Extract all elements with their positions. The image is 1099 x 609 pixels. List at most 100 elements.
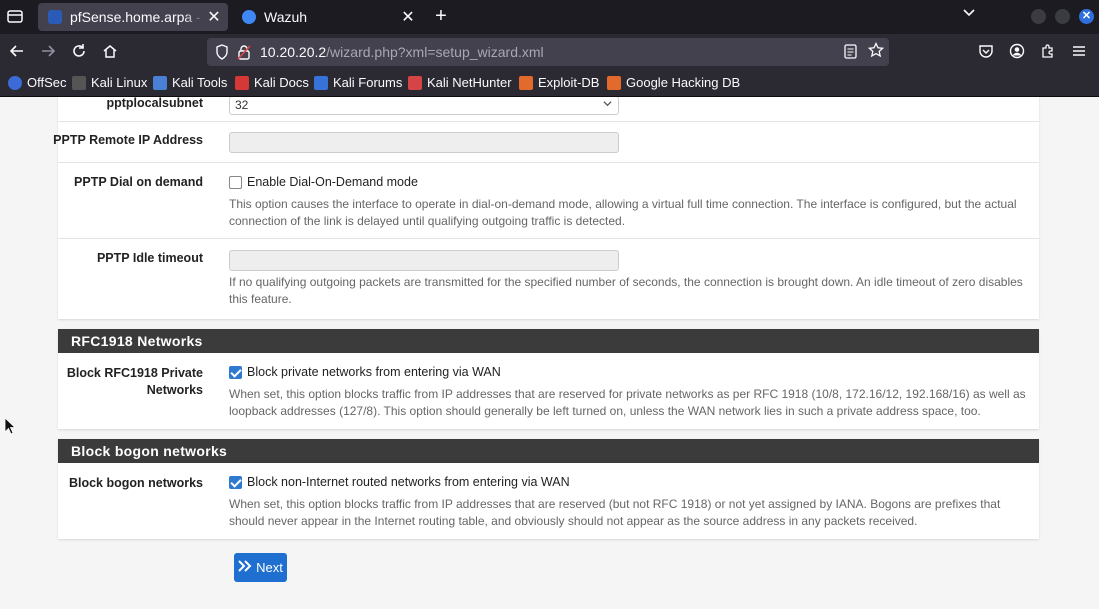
- url-path: /wizard.php?xml=setup_wizard.xml: [326, 44, 544, 60]
- double-chevron-right-icon: [238, 559, 252, 576]
- account-icon[interactable]: [1008, 43, 1026, 61]
- bookmark-label: Google Hacking DB: [626, 75, 741, 90]
- bookmark-label: Kali Tools: [172, 75, 228, 90]
- bookmark-exploit-db[interactable]: Exploit-DB: [519, 75, 599, 90]
- maximize-window-button[interactable]: [1055, 9, 1070, 24]
- next-button[interactable]: Next: [234, 553, 287, 582]
- idle-timeout-help-text: If no qualifying outgoing packets are tr…: [229, 274, 1035, 308]
- minimize-window-button[interactable]: [1031, 9, 1046, 24]
- rfc1918-panel: RFC1918 Networks Block RFC1918 Private N…: [58, 329, 1039, 429]
- insecure-lock-icon[interactable]: [237, 44, 251, 60]
- bookmark-kali-docs[interactable]: Kali Docs: [235, 75, 309, 90]
- help-line: should never appear in the Internet rout…: [229, 514, 918, 528]
- dial-on-demand-checkbox[interactable]: [229, 175, 242, 189]
- block-bogon-checkbox-line: Block non-Internet routed networks from …: [229, 475, 570, 489]
- bookmark-google-hacking-db[interactable]: Google Hacking DB: [607, 75, 740, 90]
- bookmark-label: OffSec: [27, 75, 67, 90]
- extensions-puzzle-icon[interactable]: [1039, 43, 1057, 61]
- offsec-icon: [8, 75, 22, 90]
- kali-docs-icon: [235, 75, 249, 90]
- next-button-label: Next: [256, 560, 283, 575]
- pocket-icon[interactable]: [977, 43, 995, 61]
- pptp-settings-panel: pptplocalsubnet 32 PPTP Remote IP Addres…: [53, 97, 1039, 319]
- label-line: Block RFC1918 Private: [66, 366, 203, 380]
- pptp-remote-ip-input[interactable]: [229, 132, 619, 153]
- bookmark-kali-forums[interactable]: Kali Forums: [314, 75, 402, 90]
- help-line: When set, this option blocks traffic fro…: [229, 387, 1026, 401]
- close-tab-icon[interactable]: ✕: [204, 7, 224, 27]
- help-line: When set, this option blocks traffic fro…: [229, 497, 1001, 511]
- bookmark-kali-linux[interactable]: Kali Linux: [72, 75, 147, 90]
- url-host: 10.20.20.2: [260, 44, 327, 60]
- bogon-panel: Block bogon networks Block bogon network…: [58, 439, 1039, 539]
- bookmarks-toolbar: OffSec Kali Linux Kali Tools Kali Docs K…: [0, 71, 1099, 97]
- dial-on-demand-help-text: This option causes the interface to oper…: [229, 196, 1035, 230]
- block-bogon-checkbox-label: Block non-Internet routed networks from …: [247, 475, 570, 489]
- bookmark-label: Kali Forums: [333, 75, 403, 90]
- bookmark-label: Exploit-DB: [538, 75, 600, 90]
- block-bogon-checkbox[interactable]: [229, 475, 242, 489]
- exploit-db-icon: [519, 75, 533, 90]
- tab-title: Wazuh: [264, 9, 308, 25]
- label-line: Networks: [146, 383, 203, 397]
- tab-wazuh[interactable]: Wazuh ✕: [232, 3, 422, 31]
- bookmark-offsec[interactable]: OffSec: [8, 75, 67, 90]
- form-row-pptp-idle-timeout: PPTP Idle timeout If no qualifying outgo…: [58, 239, 1039, 319]
- mouse-cursor-icon: [4, 417, 17, 435]
- back-arrow-icon[interactable]: [8, 43, 26, 61]
- rfc1918-section-header: RFC1918 Networks: [58, 329, 1039, 353]
- block-rfc1918-label: Block RFC1918 Private Networks: [63, 365, 203, 399]
- block-rfc1918-checkbox[interactable]: [229, 365, 242, 379]
- block-rfc1918-help-text: When set, this option blocks traffic fro…: [229, 386, 1035, 420]
- page-content: pptplocalsubnet 32 PPTP Remote IP Addres…: [0, 97, 1099, 609]
- pptp-local-subnet-select[interactable]: 32: [229, 97, 619, 115]
- dial-on-demand-checkbox-line: Enable Dial-On-Demand mode: [229, 175, 418, 189]
- bogon-section-header: Block bogon networks: [58, 439, 1039, 463]
- firefox-view-icon[interactable]: [6, 7, 24, 25]
- block-bogon-label: Block bogon networks: [68, 476, 203, 490]
- help-line: this feature.: [229, 292, 292, 306]
- list-all-tabs-chevron-icon[interactable]: [962, 6, 976, 23]
- reader-view-icon[interactable]: [844, 44, 857, 62]
- bookmark-label: Kali Linux: [91, 75, 148, 90]
- help-line: connection of the link is delayed until …: [229, 214, 626, 228]
- app-menu-hamburger-icon[interactable]: [1070, 43, 1088, 61]
- form-row-pptp-remote-ip: PPTP Remote IP Address: [53, 122, 1039, 163]
- reload-icon[interactable]: [70, 43, 88, 61]
- block-rfc1918-checkbox-line: Block private networks from entering via…: [229, 365, 501, 379]
- form-row-block-rfc1918: Block RFC1918 Private Networks Block pri…: [58, 353, 1039, 429]
- wazuh-favicon-icon: [242, 10, 256, 24]
- kali-forums-icon: [314, 75, 328, 90]
- tab-title: pfSense.home.arpa - Wizard: [70, 9, 204, 25]
- close-tab-icon[interactable]: ✕: [398, 7, 418, 27]
- bookmark-star-icon[interactable]: [867, 41, 885, 62]
- address-bar[interactable]: 10.20.20.2/wizard.php?xml=setup_wizard.x…: [207, 38, 889, 66]
- new-tab-button[interactable]: +: [430, 5, 452, 28]
- block-bogon-help-text: When set, this option blocks traffic fro…: [229, 496, 1035, 530]
- tab-pfsense[interactable]: pfSense.home.arpa - Wizard ✕: [38, 3, 228, 31]
- chevron-down-icon: [603, 97, 612, 114]
- close-window-button[interactable]: ✕: [1079, 9, 1094, 24]
- forward-arrow-icon[interactable]: [39, 43, 57, 61]
- form-row-pptp-dial-on-demand: PPTP Dial on demand Enable Dial-On-Deman…: [58, 163, 1039, 239]
- dial-on-demand-checkbox-label: Enable Dial-On-Demand mode: [247, 175, 418, 189]
- bookmark-kali-tools[interactable]: Kali Tools: [153, 75, 227, 90]
- home-icon[interactable]: [101, 43, 119, 61]
- bookmark-label: Kali NetHunter: [427, 75, 512, 90]
- form-row-pptp-local-subnet: pptplocalsubnet 32: [58, 97, 1039, 122]
- navigation-toolbar: 10.20.20.2/wizard.php?xml=setup_wizard.x…: [0, 34, 1099, 71]
- block-rfc1918-checkbox-label: Block private networks from entering via…: [247, 365, 501, 379]
- pfsense-favicon-icon: [48, 10, 62, 24]
- form-row-block-bogon: Block bogon networks Block non-Internet …: [58, 463, 1039, 539]
- kali-dragon-icon: [72, 75, 86, 90]
- pptp-local-subnet-label: pptplocalsubnet: [106, 97, 203, 110]
- bookmark-kali-nethunter[interactable]: Kali NetHunter: [408, 75, 512, 90]
- pptp-dial-on-demand-label: PPTP Dial on demand: [74, 175, 203, 189]
- bookmark-label: Kali Docs: [254, 75, 309, 90]
- url-text[interactable]: 10.20.20.2/wizard.php?xml=setup_wizard.x…: [260, 44, 544, 60]
- tracking-protection-shield-icon[interactable]: [215, 44, 229, 60]
- tab-bar: pfSense.home.arpa - Wizard ✕ Wazuh ✕ + ✕: [0, 0, 1099, 34]
- pptp-idle-timeout-label: PPTP Idle timeout: [96, 251, 203, 265]
- pptp-idle-timeout-input[interactable]: [229, 250, 619, 271]
- help-line: loopback addresses (127/8). This option …: [229, 404, 981, 418]
